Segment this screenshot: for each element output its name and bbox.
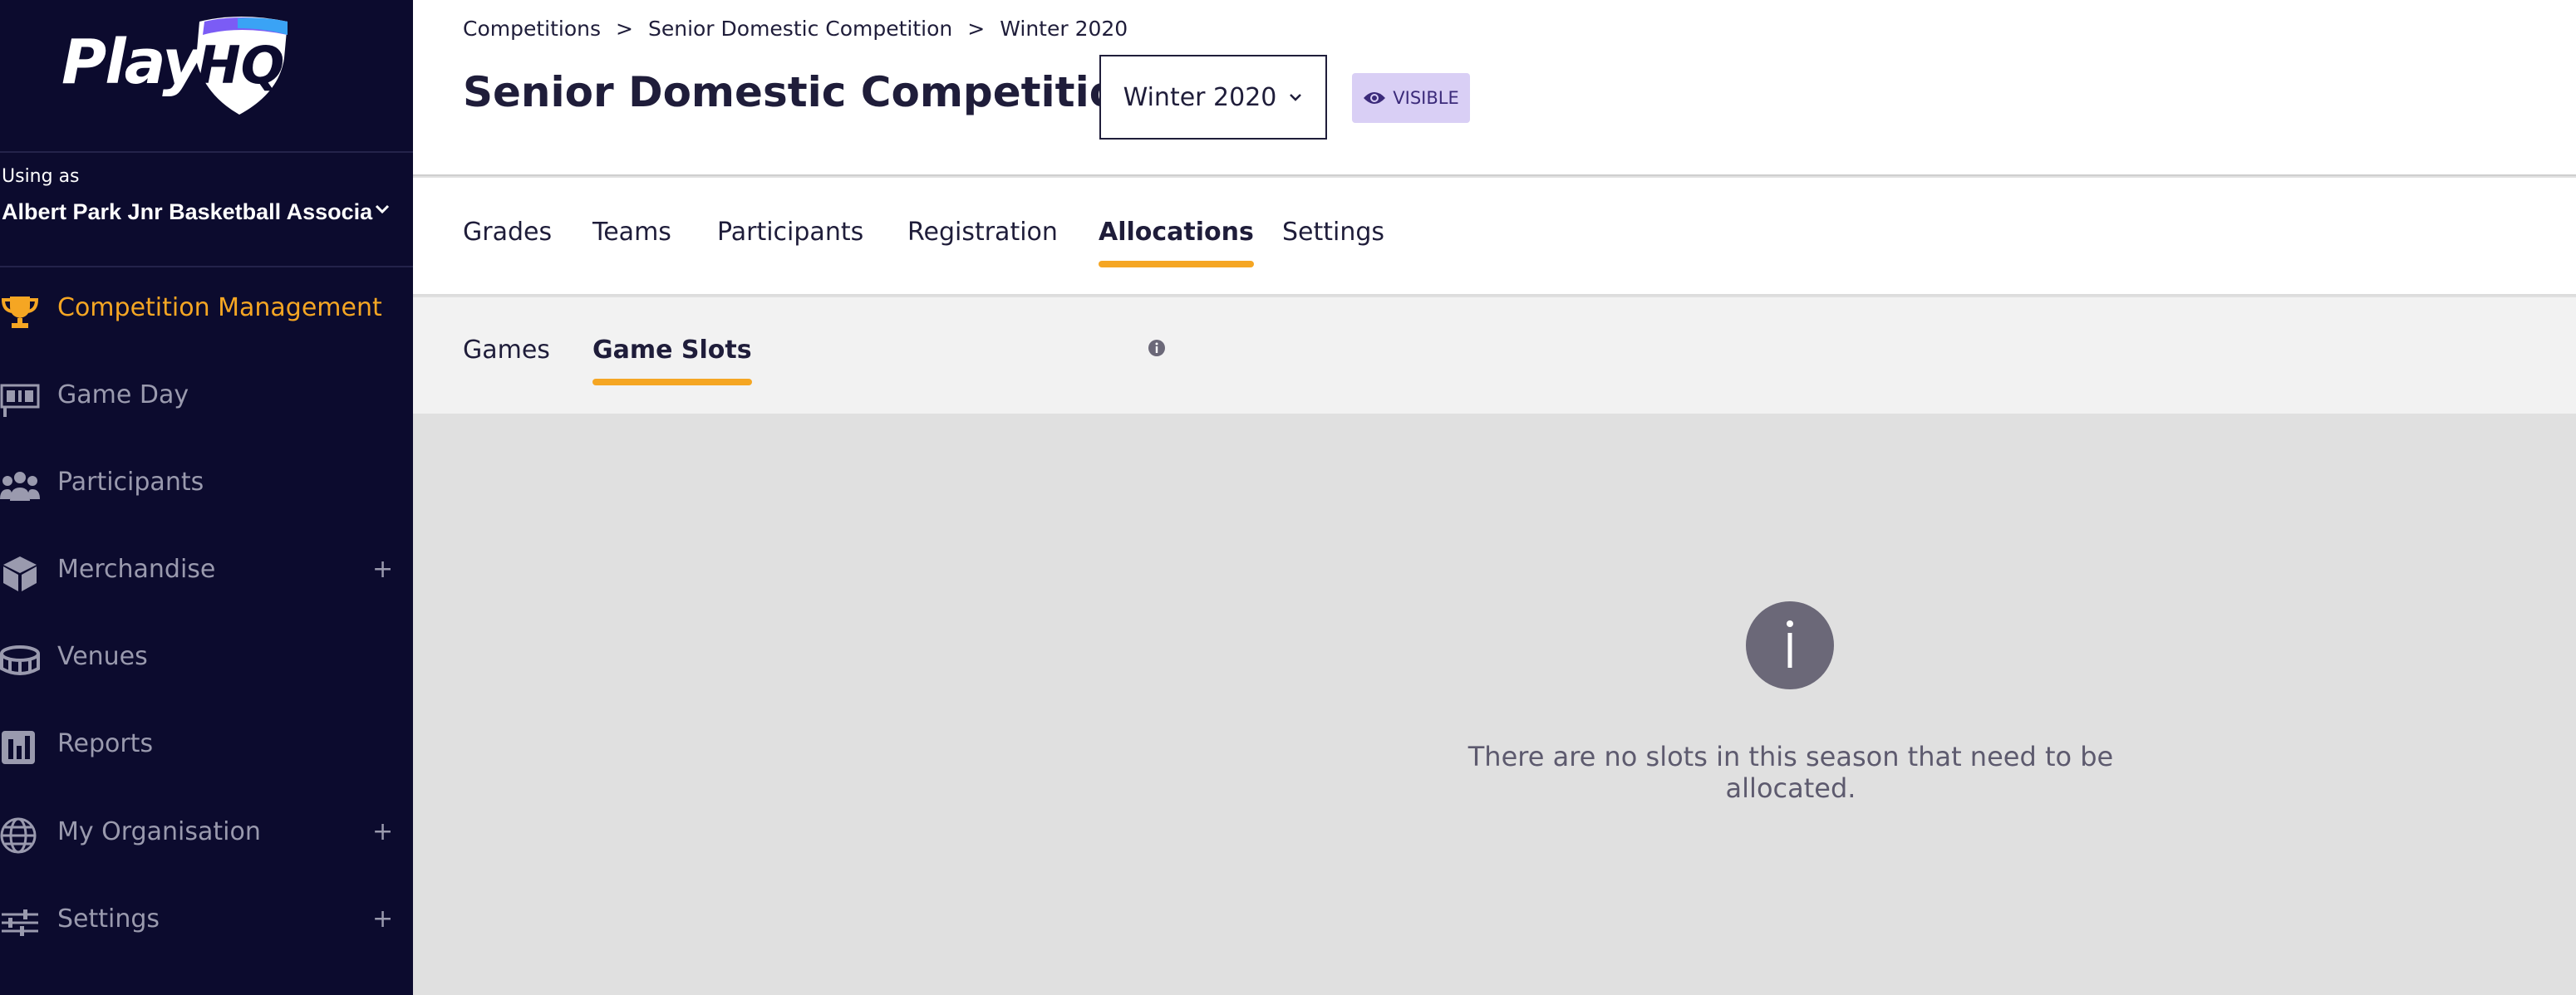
sidebar-divider: [0, 266, 413, 267]
sidebar: Play HQ Using as Albert Park Jnr Basketb…: [0, 0, 413, 995]
breadcrumb-separator: >: [616, 17, 633, 41]
sidebar-item-label: Settings: [57, 904, 160, 934]
breadcrumb-separator: >: [967, 17, 986, 41]
stadium-icon: [0, 645, 40, 675]
expand-plus-icon[interactable]: +: [372, 817, 393, 846]
empty-state-message: There are no slots in this season that n…: [1467, 741, 2114, 804]
sliders-icon: [2, 909, 38, 936]
sidebar-item-merchandise[interactable]: Merchandise +: [0, 538, 413, 605]
info-icon: [1746, 601, 1834, 689]
box-icon: [3, 556, 37, 591]
scoreboard-icon: [0, 384, 40, 417]
page-header: Competitions > Senior Domestic Competiti…: [413, 0, 2576, 176]
trophy-icon: [1, 297, 39, 328]
tab-grades[interactable]: Grades: [463, 218, 552, 247]
primary-tabs: Grades Teams Participants Registration A…: [413, 178, 2576, 296]
visibility-badge: VISIBLE: [1352, 73, 1470, 123]
eye-icon: [1364, 92, 1386, 104]
tab-settings[interactable]: Settings: [1282, 218, 1384, 247]
info-icon[interactable]: [1148, 339, 1166, 357]
sidebar-divider: [0, 151, 413, 153]
sidebar-item-label: Competition Management: [57, 293, 382, 322]
page-title: Senior Domestic Competition: [463, 68, 1148, 116]
sidebar-item-reports[interactable]: Reports: [0, 713, 413, 779]
sidebar-item-settings[interactable]: Settings +: [0, 888, 413, 954]
expand-plus-icon[interactable]: +: [372, 904, 393, 934]
chevron-down-icon: [1290, 94, 1302, 101]
breadcrumb-season: Winter 2020: [1000, 17, 1128, 41]
sidebar-item-label: Reports: [57, 729, 154, 758]
sidebar-item-my-organisation[interactable]: My Organisation +: [0, 801, 413, 867]
sidebar-item-game-day[interactable]: Game Day: [0, 364, 413, 430]
sidebar-item-label: Venues: [57, 642, 148, 671]
sidebar-item-competition-management[interactable]: Competition Management: [0, 277, 413, 343]
svg-text:HQ: HQ: [198, 35, 285, 96]
season-select[interactable]: Winter 2020: [1099, 55, 1327, 140]
breadcrumb: Competitions > Senior Domestic Competiti…: [463, 17, 1128, 41]
shield-logo-icon: HQ: [196, 17, 288, 115]
sidebar-item-venues[interactable]: Venues: [0, 625, 413, 692]
chevron-down-icon: [375, 204, 390, 214]
sidebar-item-label: Game Day: [57, 380, 189, 409]
sidebar-item-participants[interactable]: Participants: [0, 451, 413, 517]
sidebar-item-label: Merchandise: [57, 555, 216, 584]
tab-teams[interactable]: Teams: [592, 218, 671, 247]
visibility-badge-label: VISIBLE: [1393, 88, 1459, 108]
org-switcher[interactable]: Albert Park Jnr Basketball Associa: [2, 199, 392, 233]
tab-allocations[interactable]: Allocations: [1099, 218, 1254, 267]
sidebar-item-label: My Organisation: [57, 817, 261, 846]
breadcrumb-competition[interactable]: Senior Domestic Competition: [648, 17, 952, 41]
people-icon: [0, 472, 40, 501]
globe-icon: [0, 817, 37, 854]
empty-state: There are no slots in this season that n…: [413, 414, 2576, 995]
playhq-logo[interactable]: Play HQ: [61, 13, 294, 118]
tab-registration[interactable]: Registration: [907, 218, 1058, 247]
subtab-game-slots[interactable]: Game Slots: [592, 336, 752, 385]
tab-participants[interactable]: Participants: [717, 218, 863, 247]
bar-chart-icon: [2, 731, 35, 764]
using-as-label: Using as: [2, 166, 80, 187]
org-name: Albert Park Jnr Basketball Associa: [2, 199, 373, 224]
breadcrumb-competitions[interactable]: Competitions: [463, 17, 601, 41]
secondary-tabs: Games Game Slots: [413, 297, 2576, 414]
subtab-games[interactable]: Games: [463, 336, 550, 365]
sidebar-item-label: Participants: [57, 468, 204, 497]
expand-plus-icon[interactable]: +: [372, 555, 393, 584]
season-select-value: Winter 2020: [1123, 82, 1277, 112]
